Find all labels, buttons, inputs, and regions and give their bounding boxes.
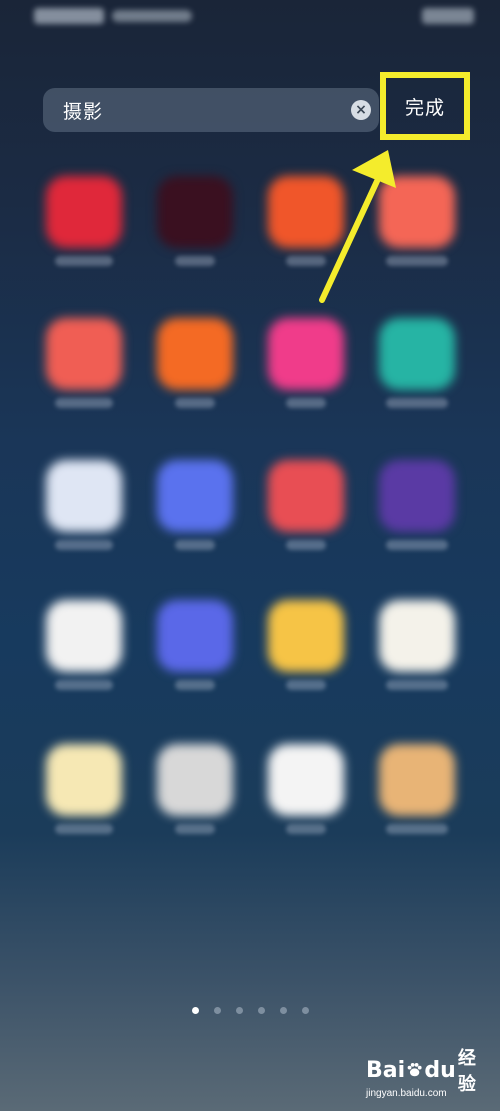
app-label-placeholder: [175, 398, 215, 408]
page-indicator: [0, 1004, 500, 1016]
clear-icon[interactable]: ×: [351, 100, 371, 120]
app-label-placeholder: [175, 824, 215, 834]
app-icon: [268, 318, 344, 390]
app-icon-tile[interactable]: [266, 744, 346, 834]
watermark-url: jingyan.baidu.com: [366, 1088, 447, 1099]
app-icon: [379, 744, 455, 816]
app-label-placeholder: [286, 398, 326, 408]
app-icon: [46, 318, 122, 390]
search-input[interactable]: 摄影 ×: [43, 88, 379, 132]
search-query: 摄影: [63, 100, 104, 123]
app-icon-tile[interactable]: [155, 600, 235, 690]
page-dot[interactable]: [279, 1006, 287, 1014]
watermark-brand-right: du: [424, 1057, 456, 1083]
app-label-placeholder: [286, 680, 326, 690]
app-icon: [157, 176, 233, 248]
app-label-placeholder: [55, 824, 113, 834]
app-icon: [46, 176, 122, 248]
annotation-arrow-icon: [319, 150, 396, 303]
app-icon: [268, 744, 344, 816]
page-dot[interactable]: [301, 1006, 309, 1014]
app-icon-tile[interactable]: [44, 176, 124, 266]
app-icon-tile[interactable]: [44, 600, 124, 690]
page-dot[interactable]: [235, 1006, 243, 1014]
app-icon-tile[interactable]: [44, 318, 124, 408]
app-label-placeholder: [386, 680, 448, 690]
page-dot[interactable]: [213, 1006, 221, 1014]
app-icon-tile[interactable]: [377, 744, 457, 834]
app-icon: [268, 600, 344, 672]
app-icon-tile[interactable]: [155, 176, 235, 266]
page-dot[interactable]: [191, 1006, 199, 1014]
app-icon: [46, 744, 122, 816]
app-icon-tile[interactable]: [44, 460, 124, 550]
app-icon: [379, 600, 455, 672]
app-icon-tile[interactable]: [377, 460, 457, 550]
app-label-placeholder: [175, 680, 215, 690]
app-icon-tile[interactable]: [155, 744, 235, 834]
app-label-placeholder: [286, 540, 326, 550]
app-icon-tile[interactable]: [155, 460, 235, 550]
app-icon: [157, 600, 233, 672]
app-icon: [379, 318, 455, 390]
app-icon-tile[interactable]: [266, 318, 346, 408]
watermark-logo: Bai du 经验: [366, 1048, 486, 1095]
app-icon-tile[interactable]: [266, 460, 346, 550]
app-label-placeholder: [55, 540, 113, 550]
watermark-brand-cn: 经验: [457, 1048, 476, 1095]
app-label-placeholder: [286, 824, 326, 834]
app-icon-tile[interactable]: [44, 744, 124, 834]
app-icon: [157, 460, 233, 532]
app-icon-tile[interactable]: [266, 600, 346, 690]
app-icon-tile[interactable]: [377, 600, 457, 690]
app-icon: [46, 460, 122, 532]
watermark-brand-left: Bai: [366, 1057, 406, 1083]
paw-icon: [407, 1063, 422, 1077]
app-icon-tile[interactable]: [155, 318, 235, 408]
done-button[interactable]: 完成: [380, 72, 470, 140]
done-label: 完成: [404, 96, 445, 119]
app-label-placeholder: [175, 540, 215, 550]
app-icon: [157, 318, 233, 390]
app-label-placeholder: [386, 540, 448, 550]
app-icon: [379, 460, 455, 532]
app-label-placeholder: [55, 398, 113, 408]
app-label-placeholder: [55, 680, 113, 690]
app-icon-tile[interactable]: [377, 318, 457, 408]
app-label-placeholder: [175, 256, 215, 266]
app-icon: [268, 460, 344, 532]
watermark: Bai du 经验 jingyan.baidu.com: [366, 1048, 486, 1106]
page-dot[interactable]: [257, 1006, 265, 1014]
app-label-placeholder: [55, 256, 113, 266]
app-label-placeholder: [386, 824, 448, 834]
app-label-placeholder: [386, 398, 448, 408]
app-icon: [46, 600, 122, 672]
app-icon: [157, 744, 233, 816]
